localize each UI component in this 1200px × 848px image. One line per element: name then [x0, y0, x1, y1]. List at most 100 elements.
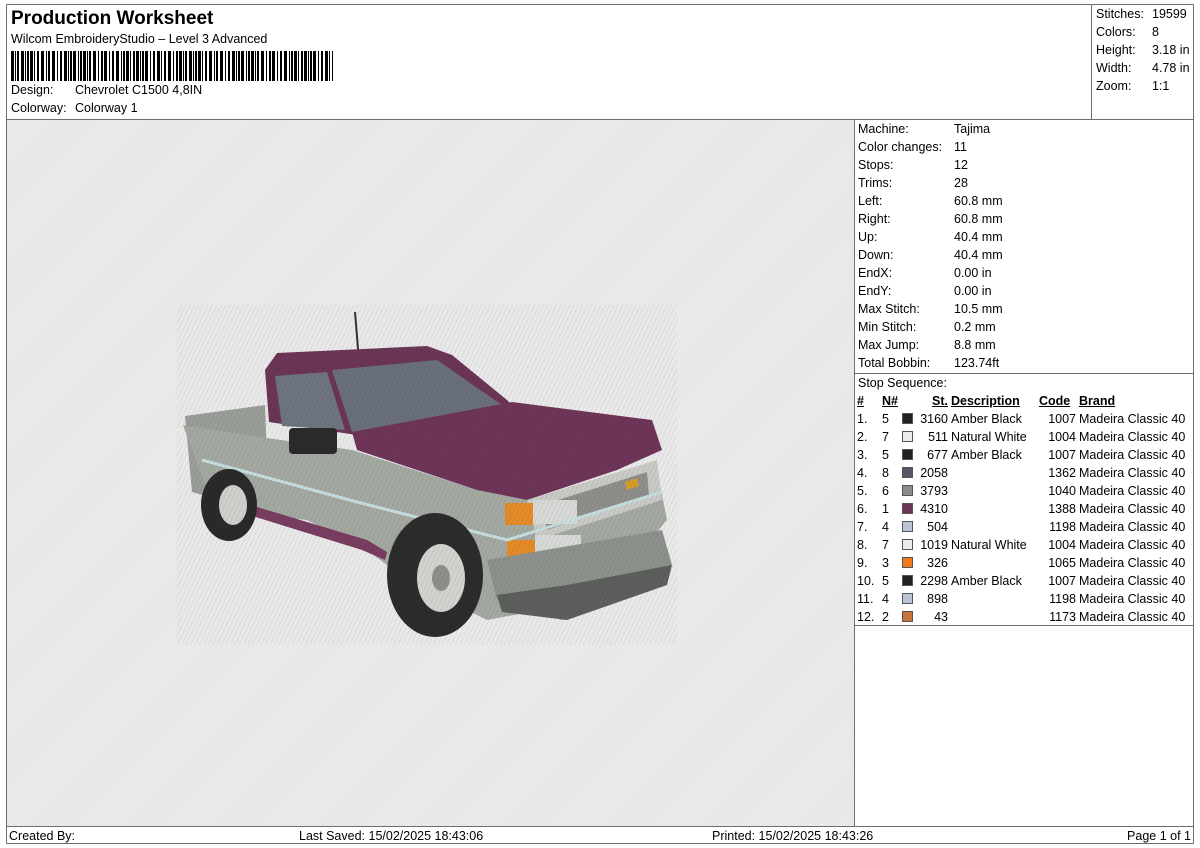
machine-value: 0.00 in — [954, 266, 992, 280]
machine-row: Stops: 12 — [858, 158, 968, 176]
stitch-count: 326 — [927, 556, 948, 570]
needle-number: 4 — [882, 520, 889, 534]
stitch-count: 1019 — [920, 538, 948, 552]
stat-stitches: Stitches: 19599 — [1096, 7, 1187, 21]
machine-row: Min Stitch: 0.2 mm — [858, 320, 996, 338]
column-header-description: Description — [951, 394, 1020, 408]
thread-brand: Madeira Classic 40 — [1079, 502, 1186, 516]
stitch-count: 2058 — [920, 466, 948, 480]
table-row: 4. 8 2058 1362 Madeira Classic 40 — [857, 464, 1185, 482]
colorway-name: Colorway 1 — [75, 101, 138, 115]
thread-description: Natural White — [951, 538, 1027, 552]
machine-value: 60.8 mm — [954, 212, 1003, 226]
stat-zoom: Zoom: 1:1 — [1096, 79, 1170, 93]
thread-description — [951, 482, 1039, 500]
table-row: 3. 5 677 Amber Black 1007 Madeira Classic 40 — [857, 446, 1185, 464]
colorway-info: Colorway: Colorway 1 — [11, 101, 138, 115]
machine-label: Max Stitch: — [858, 302, 920, 316]
thread-code: 1198 — [1049, 592, 1076, 606]
thread-code: 1007 — [1048, 412, 1076, 426]
stitch-count: 504 — [927, 520, 948, 534]
thread-brand: Madeira Classic 40 — [1079, 556, 1186, 570]
color-swatch — [902, 485, 913, 496]
table-row: 5. 6 3793 1040 Madeira Classic 40 — [857, 482, 1185, 500]
machine-row: Color changes: 11 — [858, 140, 967, 158]
color-swatch — [902, 467, 913, 478]
needle-number: 5 — [882, 448, 889, 462]
colorway-label: Colorway: — [11, 101, 67, 115]
machine-row: Max Jump: 8.8 mm — [858, 338, 996, 356]
machine-value: 123.74ft — [954, 356, 1000, 370]
table-row: 12. 2 43 1173 Madeira Classic 40 — [857, 608, 1185, 626]
machine-value: 11 — [954, 140, 967, 154]
stitch-count: 2298 — [920, 574, 948, 588]
needle-number: 5 — [882, 412, 889, 426]
last-saved: Last Saved: 15/02/2025 18:43:06 — [299, 829, 484, 843]
column-header-num: # — [857, 394, 864, 408]
design-label: Design: — [11, 83, 54, 97]
thread-brand: Madeira Classic 40 — [1079, 412, 1186, 426]
machine-label: Machine: — [858, 122, 909, 136]
stop-sequence-title: Stop Sequence: — [858, 376, 947, 390]
design-info: Design: Chevrolet C1500 4,8IN — [11, 83, 202, 97]
needle-number: 7 — [882, 430, 889, 444]
machine-row: Down: 40.4 mm — [858, 248, 1003, 266]
design-stats: Stitches: 19599 Colors: 8 Height: 3.18 in W… — [1091, 5, 1194, 119]
page-title: Production Worksheet — [11, 8, 214, 29]
machine-value: 0.2 mm — [954, 320, 996, 334]
machine-label: Max Jump: — [858, 338, 920, 352]
machine-row: Trims: 28 — [858, 176, 968, 194]
machine-value: 28 — [954, 176, 968, 190]
column-header-needle: N# — [882, 394, 898, 408]
color-swatch — [902, 413, 913, 424]
needle-number: 6 — [882, 484, 889, 498]
worksheet-header: Production Worksheet Wilcom EmbroiderySt… — [7, 5, 1193, 120]
thread-description — [951, 608, 1039, 626]
software-name: Wilcom EmbroideryStudio – Level 3 Advanc… — [11, 32, 268, 46]
thread-description — [951, 590, 1039, 608]
stop-number: 12. — [857, 610, 875, 624]
thread-description — [951, 554, 1039, 572]
stop-number: 5. — [857, 484, 868, 498]
machine-row: Right: 60.8 mm — [858, 212, 1003, 230]
table-row: 9. 3 326 1065 Madeira Classic 40 — [857, 554, 1185, 572]
thread-brand: Madeira Classic 40 — [1079, 538, 1186, 552]
color-swatch — [902, 557, 913, 568]
table-header-row: # N# St. Description Code Brand — [857, 392, 1185, 410]
thread-brand: Madeira Classic 40 — [1079, 430, 1186, 444]
thread-description: Amber Black — [951, 412, 1022, 426]
machine-value: 12 — [954, 158, 968, 172]
stop-number: 1. — [857, 412, 868, 426]
machine-label: Right: — [858, 212, 891, 226]
thread-brand: Madeira Classic 40 — [1079, 520, 1186, 534]
design-preview — [7, 120, 855, 826]
worksheet-frame: Production Worksheet Wilcom EmbroiderySt… — [6, 4, 1194, 844]
needle-number: 7 — [882, 538, 889, 552]
thread-code: 1040 — [1048, 484, 1076, 498]
machine-value: 8.8 mm — [954, 338, 996, 352]
stitch-count: 3793 — [920, 484, 948, 498]
stitch-count: 3160 — [920, 412, 948, 426]
stat-width: Width: 4.78 in — [1096, 61, 1190, 75]
created-by: Created By: — [9, 829, 76, 843]
machine-info-panel: Machine: Tajima Color changes: 11 Stops: 12 Tr… — [855, 120, 1193, 826]
thread-description: Natural White — [951, 430, 1027, 444]
stitch-count: 43 — [934, 610, 948, 624]
machine-value: 0.00 in — [954, 284, 992, 298]
column-header-stitches: St. — [932, 394, 948, 408]
machine-label: Color changes: — [858, 140, 943, 154]
machine-row: Up: 40.4 mm — [858, 230, 1003, 248]
stop-number: 4. — [857, 466, 868, 480]
stitch-count: 4310 — [920, 502, 948, 516]
machine-label: EndX: — [858, 266, 893, 280]
needle-number: 8 — [882, 466, 889, 480]
machine-label: Up: — [858, 230, 878, 244]
thread-code: 1004 — [1048, 538, 1076, 552]
needle-number: 2 — [882, 610, 889, 624]
stitch-count: 898 — [927, 592, 948, 606]
machine-row: Total Bobbin: 123.74ft — [858, 356, 999, 374]
stop-number: 7. — [857, 520, 868, 534]
needle-number: 4 — [882, 592, 889, 606]
color-swatch — [902, 521, 913, 532]
machine-label: EndY: — [858, 284, 892, 298]
